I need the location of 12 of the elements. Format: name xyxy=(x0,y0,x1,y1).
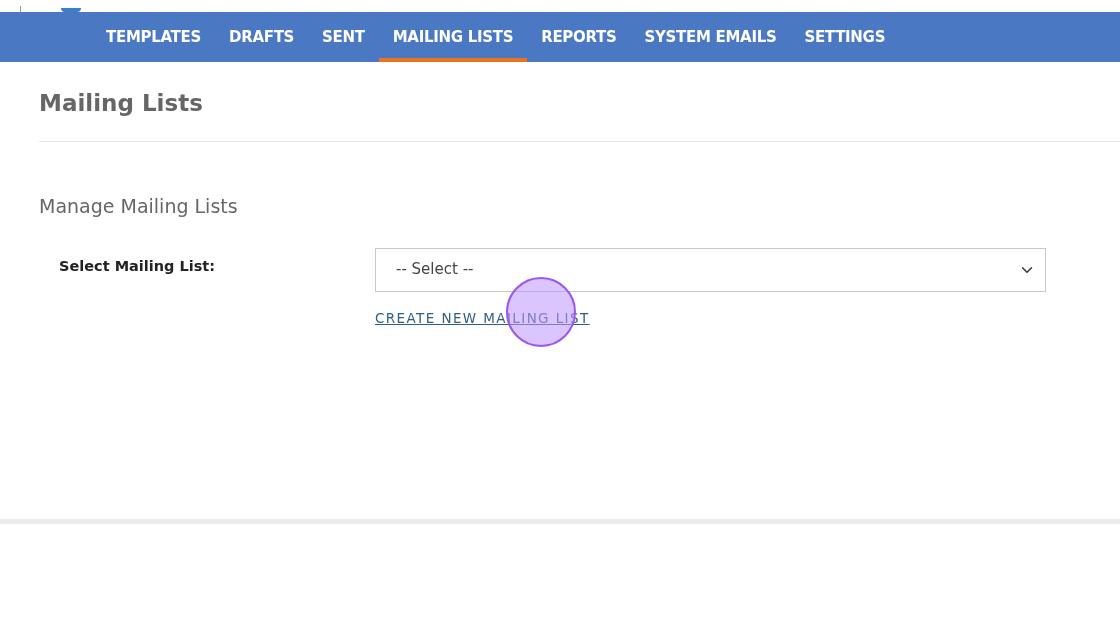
nav-tab[interactable]: MAILING LISTS xyxy=(378,12,528,62)
nav-tab[interactable]: DRAFTS xyxy=(215,12,309,62)
nav-tab[interactable]: SYSTEM EMAILS xyxy=(630,12,791,62)
mailing-list-select[interactable]: -- Select -- xyxy=(375,247,1046,292)
section-title: Manage Mailing Lists xyxy=(39,194,239,219)
page-title: Mailing Lists xyxy=(39,89,204,118)
nav-tab[interactable]: SETTINGS xyxy=(790,12,900,62)
logo-icon xyxy=(61,8,81,12)
nav-tab[interactable]: REPORTS xyxy=(527,12,631,62)
nav-tab[interactable]: SENT xyxy=(308,12,379,62)
field-label: Select Mailing List: xyxy=(59,257,216,274)
nav-tab[interactable]: TEMPLATES xyxy=(92,12,215,62)
